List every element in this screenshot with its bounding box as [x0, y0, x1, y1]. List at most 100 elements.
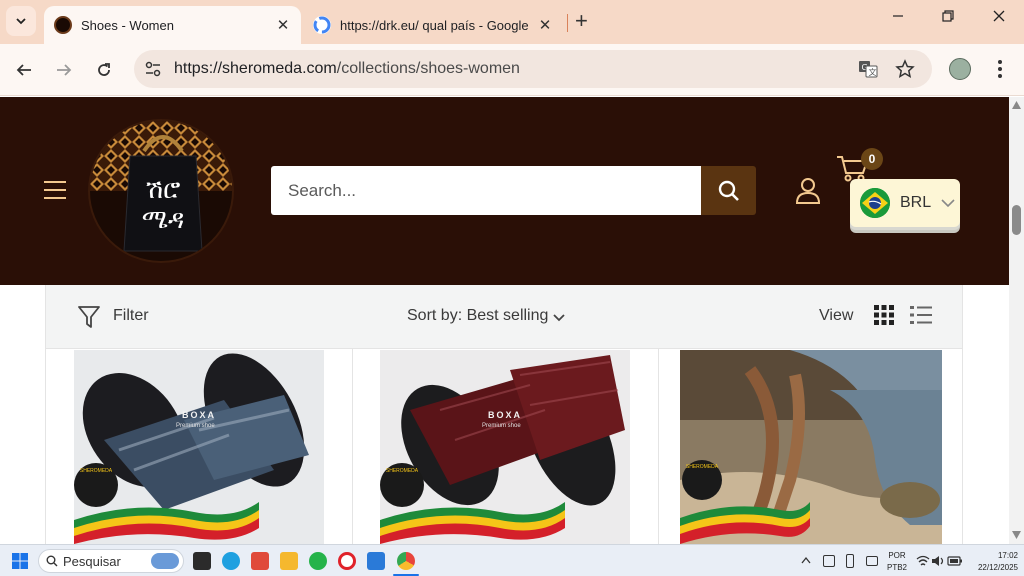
- product-card-3[interactable]: SHEROMEDA: [680, 350, 942, 544]
- url-path: /collections/shoes-women: [336, 60, 520, 77]
- browser-toolbar: https://sheromeda.com/collections/shoes-…: [0, 44, 1024, 96]
- input-language-line2: PTB2: [887, 563, 908, 572]
- search-highlight-icon: [151, 553, 179, 569]
- currency-selector[interactable]: BRL: [850, 179, 960, 227]
- tray-icon-3[interactable]: [866, 556, 878, 566]
- site-info-icon[interactable]: [144, 60, 162, 83]
- volume-icon[interactable]: [931, 555, 945, 567]
- windows-start-icon[interactable]: [12, 553, 28, 569]
- product-badge: SHEROMEDA: [685, 464, 719, 470]
- scrollbar-thumb[interactable]: [1012, 205, 1021, 235]
- taskbar-search-label: Pesquisar: [63, 554, 121, 569]
- tab-shoes-women[interactable]: Shoes - Women ✕: [44, 6, 301, 44]
- product-image-3: [680, 350, 942, 544]
- list-view-icon[interactable]: [910, 306, 932, 324]
- opera-icon[interactable]: [338, 552, 356, 570]
- app-icon-red[interactable]: [251, 552, 269, 570]
- product-card-1[interactable]: BOXA Premium shoe SHEROMEDA: [74, 350, 324, 544]
- address-bar[interactable]: https://sheromeda.com/collections/shoes-…: [134, 50, 932, 88]
- tab-separator: [567, 14, 568, 32]
- chrome-icon[interactable]: [397, 552, 415, 570]
- tab-title: https://drk.eu/ qual país - Google: [340, 17, 529, 33]
- filter-button[interactable]: [78, 305, 100, 334]
- bookmark-star-icon[interactable]: [895, 59, 915, 84]
- chevron-down-icon[interactable]: [553, 314, 565, 322]
- close-window-button[interactable]: [984, 9, 1014, 28]
- search-icon: [46, 555, 58, 567]
- close-tab-icon[interactable]: ✕: [533, 16, 557, 34]
- product-brand-mark: BOXA: [488, 410, 523, 420]
- product-brand-mark: BOXA: [182, 410, 217, 420]
- scroll-up-icon[interactable]: [1012, 101, 1021, 109]
- product-image-2: [380, 350, 630, 544]
- currency-code: BRL: [900, 194, 932, 211]
- menu-hamburger-icon[interactable]: [44, 181, 66, 201]
- new-tab-button[interactable]: +: [575, 10, 588, 32]
- view-label: View: [819, 307, 854, 324]
- product-image-1: [74, 350, 324, 544]
- file-explorer-icon[interactable]: [280, 552, 298, 570]
- site-search-input[interactable]: [271, 166, 701, 215]
- chevron-down-icon: [16, 18, 26, 25]
- product-card-2[interactable]: BOXA Premium shoe SHEROMEDA: [380, 350, 630, 544]
- restore-icon: [942, 10, 954, 22]
- wifi-icon[interactable]: [916, 555, 930, 567]
- filter-label[interactable]: Filter: [113, 307, 149, 325]
- whatsapp-icon[interactable]: [309, 552, 327, 570]
- clock[interactable]: 17:02 22/12/2025: [968, 551, 1018, 572]
- translate-icon[interactable]: G文: [858, 59, 878, 84]
- os-taskbar: Pesquisar POR PTB2 17:02 22/12/2025: [0, 544, 1024, 576]
- profile-avatar-icon[interactable]: [949, 58, 971, 80]
- app-icon-blue[interactable]: [367, 552, 385, 570]
- close-tab-icon[interactable]: ✕: [271, 16, 295, 34]
- account-button[interactable]: [795, 177, 821, 210]
- clock-date: 22/12/2025: [977, 563, 1018, 572]
- page-scrollbar[interactable]: [1009, 97, 1024, 544]
- browser-menu-icon[interactable]: [992, 58, 1008, 85]
- grid-view-icon[interactable]: [874, 305, 894, 325]
- arrow-right-icon: [57, 64, 72, 76]
- input-language[interactable]: POR PTB2: [887, 551, 907, 572]
- google-favicon: [313, 16, 331, 34]
- sort-select[interactable]: Sort by: Best selling: [407, 307, 548, 325]
- site-header: ሽሮ ሜዳ 0 BRL: [0, 97, 1009, 285]
- product-badge: SHEROMEDA: [385, 468, 419, 474]
- logo-text-line2: ሜዳ: [141, 205, 185, 235]
- tab-google-search[interactable]: https://drk.eu/ qual país - Google ✕: [303, 6, 563, 44]
- forward-button[interactable]: [52, 58, 76, 82]
- reload-icon: [98, 63, 110, 76]
- taskbar-search[interactable]: Pesquisar: [38, 549, 184, 573]
- back-button[interactable]: [12, 58, 36, 82]
- logo-text-line1: ሽሮ: [145, 175, 181, 205]
- arrow-left-icon: [16, 64, 31, 76]
- product-grid: BOXA Premium shoe SHEROMEDA BOXA Premium…: [45, 349, 963, 544]
- close-icon: [993, 10, 1005, 22]
- tab-search-button[interactable]: [6, 6, 36, 36]
- scroll-down-icon[interactable]: [1012, 531, 1021, 539]
- reload-button[interactable]: [92, 58, 116, 82]
- tray-chevron-up-icon[interactable]: [801, 556, 811, 564]
- site-logo[interactable]: ሽሮ ሜዳ: [88, 119, 234, 263]
- battery-icon[interactable]: [947, 555, 963, 567]
- url-host: https://sheromeda.com: [174, 60, 337, 77]
- column-divider: [352, 349, 353, 544]
- sheromeda-favicon: [54, 16, 72, 34]
- url-text[interactable]: https://sheromeda.com/collections/shoes-…: [174, 60, 520, 78]
- site-search-box: [271, 166, 701, 215]
- svg-text:文: 文: [869, 67, 877, 77]
- minimize-button[interactable]: [883, 9, 913, 28]
- tray-icon-1[interactable]: [823, 555, 835, 567]
- site-search-button[interactable]: [701, 166, 756, 215]
- edge-browser-icon[interactable]: [222, 552, 240, 570]
- product-tagline: Premium shoe: [176, 423, 215, 429]
- task-view-icon[interactable]: [193, 552, 211, 570]
- product-badge: SHEROMEDA: [79, 468, 113, 474]
- tray-icon-2[interactable]: [846, 554, 854, 568]
- collection-toolbar: Filter Sort by: Best selling View: [45, 285, 963, 349]
- tab-title: Shoes - Women: [81, 17, 174, 33]
- restore-button[interactable]: [933, 9, 963, 28]
- user-icon: [795, 178, 821, 204]
- browser-tab-strip: Shoes - Women ✕ https://drk.eu/ qual paí…: [0, 0, 1024, 44]
- logo-text: ሽሮ ሜዳ: [130, 175, 196, 235]
- filter-funnel-icon: [78, 306, 100, 328]
